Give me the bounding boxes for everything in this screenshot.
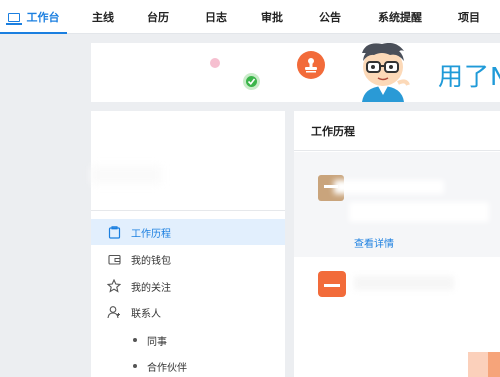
- profile-area: [91, 111, 285, 211]
- obscured-text: [354, 276, 454, 290]
- check-circle-icon: [243, 73, 260, 90]
- corner-badge: [468, 352, 500, 377]
- tab-workspace-label: 工作台: [26, 11, 60, 24]
- tab-workspace[interactable]: 工作台: [0, 0, 67, 34]
- star-icon: [107, 279, 121, 293]
- tab-calendar[interactable]: 台历: [141, 0, 175, 34]
- portfolio-icon: [107, 225, 121, 239]
- tab-system-reminder[interactable]: 系统提醒: [370, 0, 430, 34]
- stamp-icon: [297, 51, 325, 79]
- tab-log[interactable]: 日志: [199, 0, 233, 34]
- top-nav: 工作台 主线 台历 日志 审批 公告 系统提醒 项目: [0, 0, 500, 34]
- stamp-card-icon: [318, 271, 346, 297]
- sidebar-item-label: 我的钱包: [131, 255, 171, 267]
- mascot-avatar-icon: [362, 43, 410, 102]
- tab-project[interactable]: 项目: [452, 0, 486, 34]
- monitor-icon: [5, 12, 22, 25]
- sidebar-item-work-history[interactable]: 工作历程: [91, 219, 285, 245]
- wallet-icon: [107, 252, 121, 266]
- tab-mainline[interactable]: 主线: [86, 0, 120, 34]
- sidebar-subitem-label: 同事: [147, 336, 167, 348]
- left-panel: 工作历程 我的钱包 我的关注 联系人 同事 合作伙伴: [91, 111, 285, 377]
- obscured-text: [349, 202, 489, 222]
- pink-dot-icon: [210, 58, 220, 68]
- sidebar-item-contacts[interactable]: 联系人: [91, 299, 285, 325]
- sidebar-subitem-label: 合作伙伴: [147, 362, 187, 374]
- bullet-icon: [133, 338, 137, 342]
- sidebar-item-wallet[interactable]: 我的钱包: [91, 246, 285, 272]
- bullet-icon: [133, 364, 137, 368]
- sidebar-item-following[interactable]: 我的关注: [91, 273, 285, 299]
- promo-banner[interactable]: 用了N: [91, 43, 500, 102]
- sidebar-subitem-partners[interactable]: 合作伙伴: [91, 353, 285, 377]
- obscured-text: [334, 180, 444, 194]
- panel-title: 工作历程: [294, 111, 500, 151]
- banner-text: 用了N: [438, 62, 500, 91]
- sidebar-item-label: 我的关注: [131, 282, 171, 294]
- sidebar-item-label: 联系人: [131, 308, 161, 320]
- tab-approval[interactable]: 审批: [255, 0, 289, 34]
- work-history-panel: 工作历程 查看详情: [294, 111, 500, 377]
- sidebar-item-label: 工作历程: [131, 228, 171, 240]
- sidebar-subitem-colleagues[interactable]: 同事: [91, 327, 285, 353]
- history-card[interactable]: [294, 152, 500, 257]
- contacts-icon: [107, 305, 121, 319]
- tab-notice[interactable]: 公告: [313, 0, 347, 34]
- view-details-link[interactable]: 查看详情: [354, 235, 394, 250]
- profile-placeholder: [91, 166, 161, 184]
